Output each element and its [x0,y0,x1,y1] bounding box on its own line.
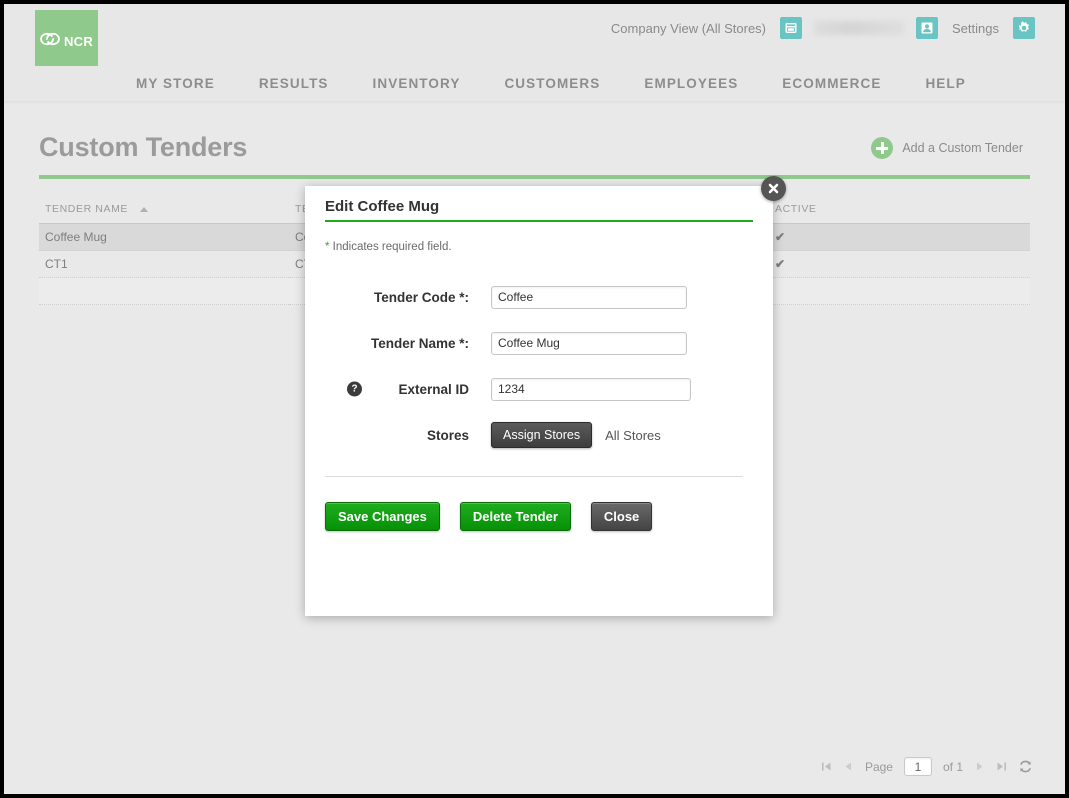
user-name-redacted [814,21,905,35]
ncr-logo-text: NCR [63,34,94,49]
header-right-cluster: Company View (All Stores) Settings [601,4,1065,52]
cell-active-check: ✔ [769,250,1030,278]
prev-page-icon[interactable] [843,761,854,772]
main-nav: MY STORE RESULTS INVENTORY CUSTOMERS EMP… [4,66,1065,104]
company-view-label: Company View (All Stores) [610,20,767,36]
cell-tender-name: Coffee Mug [39,223,289,251]
add-custom-tender-button[interactable]: Add a Custom Tender [871,137,1023,159]
nav-item-ecommerce[interactable]: ECOMMERCE [760,76,903,91]
dialog-title: Edit Coffee Mug [325,198,440,215]
page-total-label: of 1 [942,759,963,774]
page-number-input[interactable] [903,757,932,776]
dialog-actions: Save Changes Delete Tender Close [325,502,653,531]
delete-tender-button[interactable]: Delete Tender [459,502,571,531]
top-header: NCR Company View (All Stores) Settings [4,4,1065,73]
dialog-title-divider [325,220,753,222]
external-id-label: ? External ID [323,381,491,397]
store-icon[interactable] [780,17,803,39]
ncr-mark-icon [40,32,62,51]
add-custom-tender-label: Add a Custom Tender [902,141,1023,155]
external-id-input[interactable] [491,377,691,401]
refresh-icon[interactable] [1018,759,1033,774]
page-title: Custom Tenders [39,132,248,162]
title-divider [39,175,1030,179]
last-page-icon[interactable] [996,761,1007,772]
ncr-logo[interactable]: NCR [35,10,98,73]
close-icon[interactable] [761,176,786,201]
page-label: Page [864,759,893,774]
column-header-active[interactable]: ACTIVE [769,199,1030,224]
required-field-note: * Indicates required field. [325,241,452,253]
edit-tender-form: Tender Code *: Tender Name *: ? External… [305,274,773,458]
close-button[interactable]: Close [590,502,653,531]
nav-item-my-store[interactable]: MY STORE [114,76,237,91]
external-id-label-text: External ID [398,381,469,397]
tender-name-label: Tender Name *: [370,335,469,351]
tender-name-input[interactable] [491,331,687,355]
column-header-tender-name[interactable]: TENDER NAME [39,199,289,224]
required-note-text: Indicates required field. [329,241,452,253]
gear-icon[interactable] [1013,17,1035,39]
help-icon[interactable]: ? [347,381,362,397]
app-window: NCR Company View (All Stores) Settings M… [4,4,1065,794]
stores-label: Stores [426,427,469,443]
nav-item-employees[interactable]: EMPLOYEES [622,76,760,91]
save-changes-button[interactable]: Save Changes [325,502,440,531]
edit-tender-dialog: Edit Coffee Mug * Indicates required fie… [305,186,773,616]
nav-item-customers[interactable]: CUSTOMERS [482,76,622,91]
nav-item-inventory[interactable]: INVENTORY [351,76,483,91]
cell-tender-name: CT1 [39,250,289,278]
next-page-icon[interactable] [974,761,985,772]
all-stores-text: All Stores [605,427,661,443]
cell-empty [769,277,1030,305]
field-row-tender-code: Tender Code *: [305,274,773,320]
nav-item-results[interactable]: RESULTS [237,76,351,91]
plus-circle-icon [871,137,894,159]
field-row-external-id: ? External ID [305,366,773,412]
first-page-icon[interactable] [821,761,832,772]
cell-active-check: ✔ [769,223,1030,251]
cell-empty [39,277,289,305]
user-icon[interactable] [916,17,939,39]
pagination-bar: Page of 1 [821,757,1033,776]
sort-ascending-icon [139,206,148,212]
tender-code-label: Tender Code *: [373,289,469,305]
dialog-footer-divider [325,476,743,477]
settings-label[interactable]: Settings [942,21,1009,36]
nav-item-help[interactable]: HELP [903,76,987,91]
field-row-tender-name: Tender Name *: [305,320,773,366]
field-row-stores: Stores Assign Stores All Stores [305,412,773,458]
tender-code-input[interactable] [491,285,687,309]
column-header-tender-name-label: TENDER NAME [45,203,129,215]
assign-stores-button[interactable]: Assign Stores [491,422,593,448]
